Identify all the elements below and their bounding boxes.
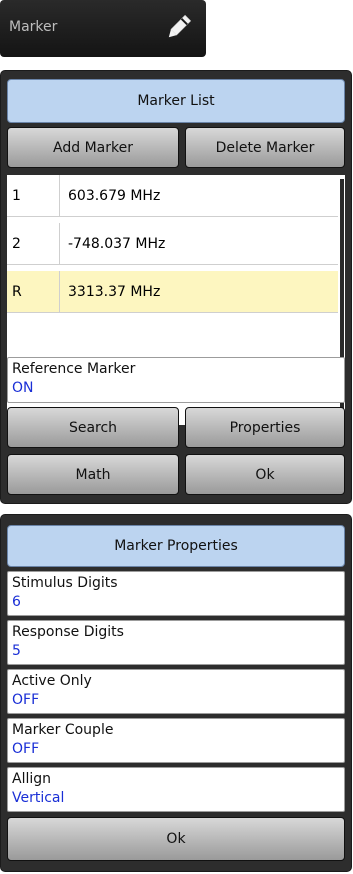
active-only-label: Active Only — [12, 673, 92, 689]
delete-marker-button[interactable]: Delete Marker — [185, 127, 345, 168]
marker-properties-title: Marker Properties — [7, 525, 345, 567]
response-digits-label: Response Digits — [12, 624, 124, 640]
marker-couple-value: OFF — [12, 741, 40, 757]
pencil-icon[interactable] — [165, 14, 191, 42]
marker-menu-title: Marker — [9, 19, 58, 35]
reference-marker-field[interactable]: Reference Marker ON — [7, 357, 345, 403]
reference-marker-value: ON — [12, 380, 34, 396]
marker-index: 1 — [7, 175, 60, 216]
active-only-field[interactable]: Active Only OFF — [7, 669, 345, 714]
marker-couple-label: Marker Couple — [12, 722, 114, 738]
ok-button[interactable]: Ok — [185, 454, 345, 495]
marker-value: 3313.37 MHz — [68, 283, 161, 300]
marker-index: R — [7, 271, 60, 312]
marker-row-selected[interactable]: R 3313.37 MHz — [7, 271, 338, 313]
marker-menu-header[interactable]: Marker — [0, 0, 206, 57]
active-only-value: OFF — [12, 692, 40, 708]
math-button[interactable]: Math — [7, 454, 179, 495]
marker-list-title: Marker List — [7, 79, 345, 123]
stimulus-digits-value: 6 — [12, 594, 21, 610]
marker-value: -748.037 MHz — [68, 235, 166, 252]
marker-row[interactable]: 1 603.679 MHz — [7, 175, 338, 217]
response-digits-value: 5 — [12, 643, 21, 659]
properties-ok-button[interactable]: Ok — [7, 817, 345, 861]
stimulus-digits-field[interactable]: Stimulus Digits 6 — [7, 571, 345, 616]
stimulus-digits-label: Stimulus Digits — [12, 575, 118, 591]
response-digits-field[interactable]: Response Digits 5 — [7, 620, 345, 665]
marker-couple-field[interactable]: Marker Couple OFF — [7, 718, 345, 763]
reference-marker-label: Reference Marker — [12, 361, 136, 377]
search-button[interactable]: Search — [7, 407, 179, 448]
add-marker-button[interactable]: Add Marker — [7, 127, 179, 168]
marker-index: 2 — [7, 223, 60, 264]
allign-value: Vertical — [12, 790, 65, 806]
properties-button[interactable]: Properties — [185, 407, 345, 448]
marker-list-panel: Marker List Add Marker Delete Marker 1 6… — [0, 70, 352, 504]
marker-properties-panel: Marker Properties Stimulus Digits 6 Resp… — [0, 514, 352, 872]
allign-label: Allign — [12, 771, 52, 787]
marker-value: 603.679 MHz — [68, 187, 161, 204]
marker-row[interactable]: 2 -748.037 MHz — [7, 223, 338, 265]
allign-field[interactable]: Allign Vertical — [7, 767, 345, 812]
